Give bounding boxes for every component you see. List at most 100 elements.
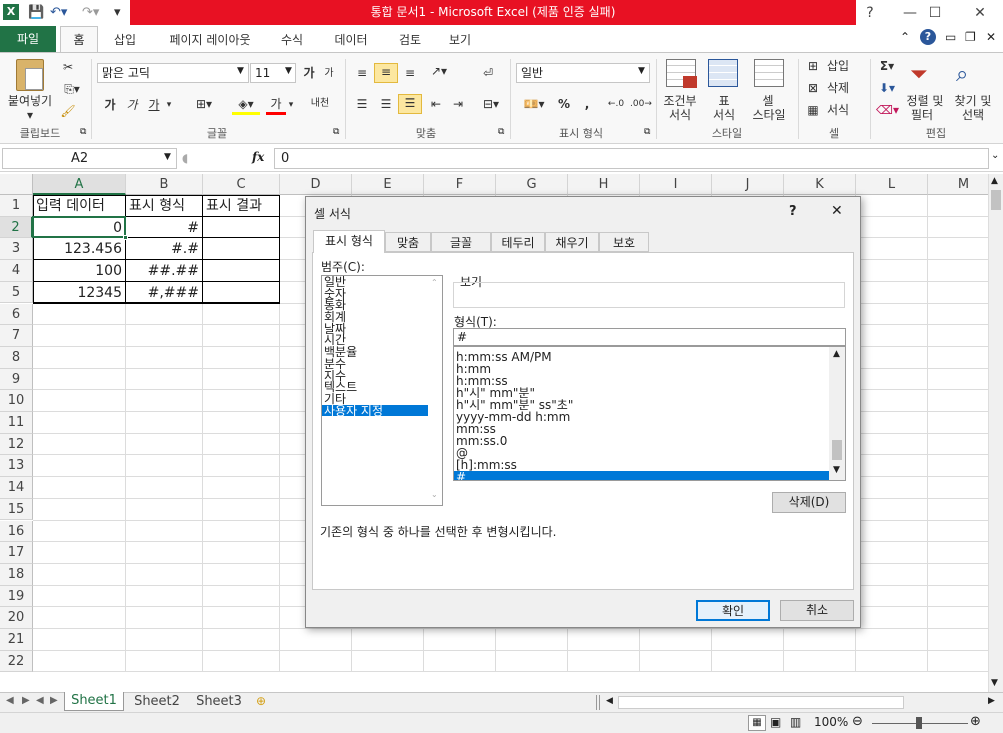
table-format-icon[interactable]: [708, 59, 738, 87]
cell-c3[interactable]: [203, 238, 280, 261]
dialog-tab-protection[interactable]: 보호: [599, 232, 649, 252]
h-scroll-left-icon[interactable]: ◀: [606, 696, 613, 706]
dialog-tab-font[interactable]: 글꼴: [431, 232, 491, 252]
row-header[interactable]: 15: [0, 498, 33, 521]
vertical-scrollbar[interactable]: ▲ ▼: [988, 174, 1003, 692]
underline-button[interactable]: 가: [146, 97, 162, 113]
autosum-icon[interactable]: Σ▾: [876, 58, 898, 74]
format-item[interactable]: h:mm:ss AM/PM: [454, 351, 829, 363]
decrease-indent-icon[interactable]: ⇤: [426, 96, 446, 112]
column-header[interactable]: G: [496, 174, 568, 195]
bold-button[interactable]: 가: [102, 97, 118, 113]
font-name-combo[interactable]: 맑은 고딕: [97, 63, 249, 83]
row-header[interactable]: 11: [0, 412, 33, 434]
column-header[interactable]: F: [424, 174, 496, 195]
ribbon-options-icon[interactable]: ?: [850, 0, 890, 26]
cell-c5[interactable]: [203, 281, 280, 304]
chevron-down-icon[interactable]: ▼: [638, 66, 645, 76]
accounting-format-icon[interactable]: 💴▾: [518, 96, 550, 112]
cell-c2[interactable]: [203, 216, 280, 239]
tab-file[interactable]: 파일: [0, 26, 56, 52]
format-item[interactable]: h:mm: [454, 363, 829, 375]
sheet-nav-prev-icon[interactable]: ◀: [6, 695, 14, 706]
tab-split-handle[interactable]: [596, 695, 600, 710]
cell-b4[interactable]: ##.##: [126, 260, 203, 282]
row-header[interactable]: 7: [0, 325, 33, 347]
category-item[interactable]: 일반: [322, 276, 428, 288]
align-left-icon[interactable]: ☰: [352, 96, 372, 112]
conditional-format-button-line2[interactable]: 서식: [660, 107, 700, 123]
column-header[interactable]: A: [33, 174, 126, 195]
zoom-out-icon[interactable]: ⊖: [852, 714, 863, 729]
sheet-nav-last-icon[interactable]: ▶: [50, 695, 58, 706]
align-center-icon[interactable]: ☰: [376, 96, 396, 112]
format-item[interactable]: [h]:mm:ss: [454, 459, 829, 471]
zoom-in-icon[interactable]: ⊕: [970, 714, 981, 729]
find-select-button-line2[interactable]: 선택: [950, 107, 996, 123]
cell-a2[interactable]: 0: [33, 216, 126, 239]
font-launcher-icon[interactable]: ⧉: [333, 127, 339, 137]
maximize-icon[interactable]: ☐: [915, 0, 955, 26]
underline-dropdown-icon[interactable]: ▾: [164, 97, 174, 113]
fx-button[interactable]: fx: [252, 150, 264, 164]
expand-formula-icon[interactable]: ⌄: [991, 150, 999, 161]
delete-format-button[interactable]: 삭제(D): [772, 492, 846, 513]
cell-a4[interactable]: 100: [33, 260, 126, 282]
chevron-down-icon[interactable]: ▼: [164, 152, 171, 162]
cancel-button[interactable]: 취소: [780, 600, 854, 621]
scroll-down-icon[interactable]: ⌄: [431, 490, 438, 499]
tab-formulas[interactable]: 수식: [272, 28, 312, 52]
format-cells-button[interactable]: 서식: [822, 102, 854, 118]
increase-decimal-icon[interactable]: ←.0: [606, 96, 626, 112]
name-box[interactable]: A2: [2, 148, 177, 169]
horizontal-scrollbar[interactable]: [618, 696, 904, 709]
row-header[interactable]: 6: [0, 303, 33, 326]
normal-view-icon[interactable]: ▦: [748, 715, 766, 731]
format-as-table-button-line2[interactable]: 서식: [704, 107, 744, 123]
formula-bar-handle-icon[interactable]: ◖: [182, 151, 188, 165]
sort-filter-icon[interactable]: ⏷: [910, 61, 936, 89]
sheet-tab-3[interactable]: Sheet3: [190, 693, 248, 711]
row-header[interactable]: 2: [0, 216, 33, 239]
cell-a5[interactable]: 12345: [33, 281, 126, 304]
column-header[interactable]: M: [928, 174, 988, 195]
delete-cells-icon[interactable]: ⊠: [806, 80, 820, 96]
clipboard-launcher-icon[interactable]: ⧉: [80, 127, 86, 137]
fill-color-icon[interactable]: ◈▾: [232, 96, 260, 115]
fill-handle[interactable]: [123, 235, 128, 241]
row-header[interactable]: 9: [0, 368, 33, 391]
format-item[interactable]: mm:ss.0: [454, 435, 829, 447]
scroll-thumb[interactable]: [832, 440, 842, 460]
cell-b2[interactable]: #: [126, 216, 203, 239]
chevron-down-icon[interactable]: ▼: [285, 66, 292, 76]
cell-a1[interactable]: 입력 데이터: [33, 195, 126, 217]
zoom-slider[interactable]: [872, 717, 968, 729]
insert-cells-icon[interactable]: ⊞: [806, 58, 820, 74]
row-header[interactable]: 21: [0, 629, 33, 651]
align-middle-icon[interactable]: ≡: [374, 63, 398, 83]
format-item[interactable]: #: [454, 471, 829, 480]
sheet-tab-2[interactable]: Sheet2: [128, 693, 186, 711]
row-header[interactable]: 17: [0, 542, 33, 564]
grow-font-button[interactable]: 가: [302, 65, 316, 81]
scroll-thumb[interactable]: [991, 190, 1001, 210]
close-window-icon[interactable]: ✕: [960, 0, 1000, 26]
type-input[interactable]: #: [453, 328, 846, 346]
tab-insert[interactable]: 삽입: [104, 28, 146, 52]
format-listbox[interactable]: h:mm:ss AM/PM h:mm h:mm:ss h"시" mm"분" h"시" m…: [453, 346, 846, 481]
category-item[interactable]: 사용자 지정: [322, 404, 428, 416]
sheet-nav-first-icon[interactable]: ◀: [36, 695, 44, 706]
collapse-ribbon-icon[interactable]: ⌃: [900, 30, 910, 44]
scroll-up-icon[interactable]: ▲: [833, 349, 840, 359]
cell-styles-icon[interactable]: [754, 59, 784, 87]
tab-home[interactable]: 홈: [60, 26, 98, 53]
dialog-close-button[interactable]: ✕: [831, 203, 843, 219]
tab-review[interactable]: 검토: [390, 28, 430, 52]
alignment-launcher-icon[interactable]: ⧉: [498, 127, 504, 137]
scroll-up-icon[interactable]: ▲: [991, 176, 998, 186]
tab-data[interactable]: 데이터: [326, 28, 376, 52]
chevron-down-icon[interactable]: ▾: [287, 97, 295, 113]
select-all-corner[interactable]: [0, 174, 33, 195]
row-header[interactable]: 13: [0, 455, 33, 478]
align-bottom-icon[interactable]: ≡: [400, 65, 420, 81]
